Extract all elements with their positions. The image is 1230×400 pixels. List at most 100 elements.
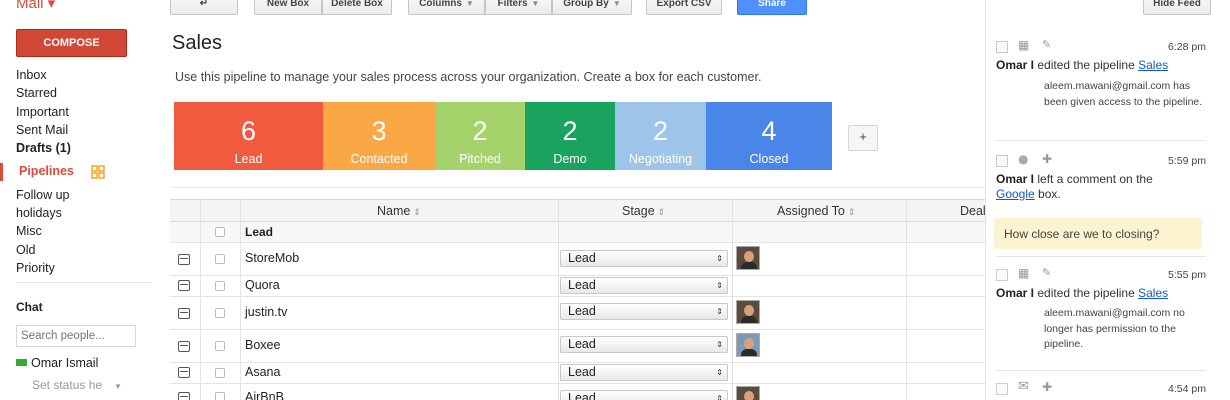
- column-header-name[interactable]: Name ⇕: [377, 204, 421, 218]
- mail-nav: Inbox Starred Important Sent Mail Drafts…: [16, 67, 156, 158]
- avatar: [736, 300, 760, 324]
- select-arrows-icon: ⇕: [716, 394, 723, 400]
- new-box-button[interactable]: New Box: [254, 0, 322, 15]
- row-name[interactable]: StoreMob: [245, 251, 299, 265]
- chat-status-selector[interactable]: Set status he ▼: [32, 378, 122, 392]
- chat-heading: Chat: [16, 300, 43, 314]
- row-handle-icon[interactable]: [178, 392, 190, 400]
- pipeline-item-misc[interactable]: Misc: [16, 223, 70, 241]
- pipelines-grid-icon: [91, 165, 105, 179]
- nav-item-drafts[interactable]: Drafts (1): [16, 140, 156, 158]
- box-link[interactable]: Google: [996, 187, 1035, 201]
- stage-label: Contacted: [350, 152, 408, 166]
- pipeline-item-priority[interactable]: Priority: [16, 260, 70, 278]
- stage-select[interactable]: Lead ⇕: [560, 250, 728, 267]
- avatar: [736, 333, 760, 357]
- nav-item-starred[interactable]: Starred: [16, 85, 156, 103]
- stage-lead[interactable]: 6 Lead: [174, 102, 323, 170]
- hide-feed-button[interactable]: Hide Feed: [1143, 0, 1211, 15]
- pipeline-item-old[interactable]: Old: [16, 242, 70, 260]
- stage-pitched[interactable]: 2 Pitched: [435, 102, 525, 170]
- stage-select[interactable]: Lead ⇕: [560, 364, 728, 381]
- back-button[interactable]: ↵: [170, 0, 238, 15]
- avatar: [736, 386, 760, 400]
- delete-box-button[interactable]: Delete Box: [322, 0, 392, 15]
- mail-logo[interactable]: Mail ▾: [16, 0, 55, 12]
- checkbox-icon[interactable]: [996, 383, 1008, 395]
- feed-detail: aleem.mawani@gmail.com has been given ac…: [1044, 80, 1203, 108]
- chat-user[interactable]: Omar Ismail: [16, 356, 98, 370]
- chat-search-input[interactable]: [16, 325, 136, 347]
- compose-button[interactable]: COMPOSE: [16, 29, 127, 57]
- pipeline-item-holidays[interactable]: holidays: [16, 205, 70, 223]
- row-handle-icon[interactable]: [178, 367, 190, 378]
- row-name[interactable]: justin.tv: [245, 305, 287, 319]
- row-checkbox[interactable]: [215, 281, 225, 291]
- feed-comment: How close are we to closing?: [994, 218, 1202, 249]
- column-divider: [906, 199, 907, 400]
- nav-item-inbox[interactable]: Inbox: [16, 67, 156, 85]
- select-arrows-icon: ⇕: [716, 254, 723, 263]
- pipelines-label: Pipelines: [19, 164, 74, 178]
- group-checkbox[interactable]: [215, 227, 225, 237]
- row-checkbox[interactable]: [215, 368, 225, 378]
- table-row[interactable]: Boxee Lead ⇕: [170, 330, 985, 363]
- checkbox-icon[interactable]: [996, 155, 1008, 167]
- sort-icon: ⇕: [657, 207, 666, 217]
- pipeline-item-follow-up[interactable]: Follow up: [16, 187, 70, 205]
- sidebar-divider: [16, 282, 152, 283]
- pipeline-link[interactable]: Sales: [1138, 286, 1168, 300]
- stage-label: Demo: [553, 152, 587, 166]
- share-button[interactable]: Share: [737, 0, 807, 15]
- row-checkbox[interactable]: [215, 254, 225, 264]
- row-handle-icon[interactable]: [178, 341, 190, 352]
- feed-actor: Omar I: [996, 286, 1035, 300]
- pipeline-link[interactable]: Sales: [1138, 58, 1168, 72]
- column-header-stage[interactable]: Stage ⇕: [622, 204, 665, 218]
- row-checkbox[interactable]: [215, 341, 225, 351]
- export-csv-button[interactable]: Export CSV: [646, 0, 722, 15]
- filters-button[interactable]: Filters ▼: [485, 0, 552, 15]
- chevron-down-icon: ▼: [531, 0, 540, 8]
- add-stage-button[interactable]: +: [848, 125, 878, 151]
- group-by-label: Group By: [563, 0, 609, 9]
- row-name[interactable]: Asana: [245, 365, 280, 379]
- row-name[interactable]: AirBnB: [245, 390, 284, 400]
- checkbox-icon[interactable]: [996, 41, 1008, 53]
- row-handle-icon[interactable]: [178, 254, 190, 265]
- feed-time: 5:55 pm: [1168, 269, 1206, 281]
- table-row[interactable]: Quora Lead ⇕: [170, 276, 985, 297]
- table-row[interactable]: justin.tv Lead ⇕: [170, 297, 985, 330]
- nav-item-pipelines[interactable]: Pipelines: [0, 163, 152, 181]
- move-icon: [1042, 152, 1054, 167]
- checkbox-icon[interactable]: [996, 269, 1008, 281]
- stage-closed[interactable]: 4 Closed: [706, 102, 832, 170]
- row-handle-icon[interactable]: [178, 308, 190, 319]
- table-row[interactable]: StoreMob Lead ⇕: [170, 243, 985, 276]
- nav-item-important[interactable]: Important: [16, 104, 156, 122]
- stage-select[interactable]: Lead ⇕: [560, 336, 728, 353]
- avatar: [736, 246, 760, 270]
- stage-select[interactable]: Lead ⇕: [560, 277, 728, 294]
- group-by-button[interactable]: Group By ▼: [552, 0, 632, 15]
- column-header-assigned-to[interactable]: Assigned To ⇕: [777, 204, 855, 218]
- row-name[interactable]: Boxee: [245, 338, 280, 352]
- table-row[interactable]: AirBnB Lead ⇕: [170, 384, 985, 400]
- row-checkbox[interactable]: [215, 308, 225, 318]
- feed-actor: Omar I: [996, 172, 1035, 186]
- stage-label: Closed: [749, 152, 789, 166]
- stage-demo[interactable]: 2 Demo: [525, 102, 615, 170]
- row-name[interactable]: Quora: [245, 278, 280, 292]
- table-row[interactable]: Asana Lead ⇕: [170, 363, 985, 384]
- columns-button[interactable]: Columns ▼: [408, 0, 485, 15]
- stage-negotiating[interactable]: 2 Negotiating: [615, 102, 706, 170]
- row-handle-icon[interactable]: [178, 280, 190, 291]
- select-arrows-icon: ⇕: [716, 281, 723, 290]
- box-icon: [1018, 38, 1030, 53]
- row-checkbox[interactable]: [215, 392, 225, 400]
- stage-contacted[interactable]: 3 Contacted: [323, 102, 435, 170]
- stage-select[interactable]: Lead ⇕: [560, 390, 728, 400]
- stage-select[interactable]: Lead ⇕: [560, 303, 728, 320]
- nav-item-sent-mail[interactable]: Sent Mail: [16, 122, 156, 140]
- column-header-deal[interactable]: Deal: [960, 204, 986, 218]
